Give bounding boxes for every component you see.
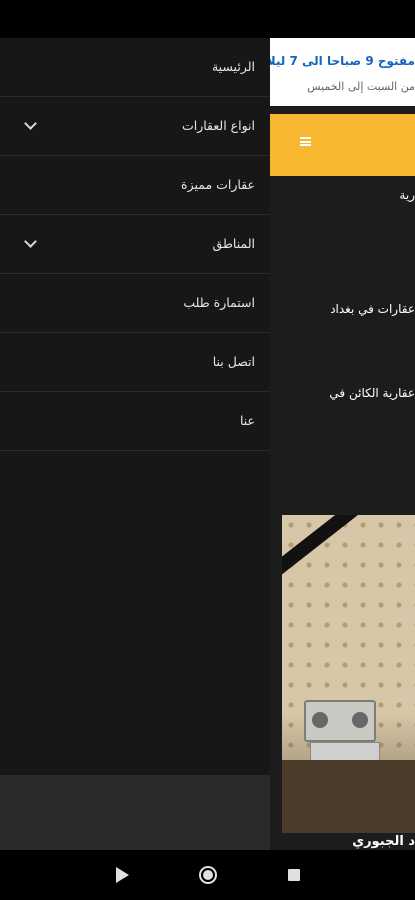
drawer-item-label: استمارة طلب [183, 295, 255, 310]
opening-hours-text: مفتوح 9 صباحا الى 7 ليلا [270, 54, 415, 68]
drawer-item-label: عقارات مميزة [181, 177, 255, 192]
status-bar [0, 0, 415, 38]
drawer-item-label: انواع العقارات [181, 118, 255, 133]
navigation-drawer: الرئيسية انواع العقارات عقارات مميزة الم… [0, 38, 270, 775]
drawer-item-contact-us[interactable]: اتصل بنا [0, 333, 270, 392]
drawer-item-label: عنا [239, 413, 255, 428]
mourning-ribbon [282, 515, 372, 591]
page-text-line-3: عقارية الكائن في [329, 386, 415, 400]
opening-days-text: من السبت إلى الخميس [307, 80, 415, 93]
drawer-item-label: المناطق [212, 236, 255, 251]
info-banner: مفتوح 9 صباحا الى 7 ليلا من السبت إلى ال… [270, 38, 415, 106]
drawer-item-featured-properties[interactable]: عقارات مميزة [0, 156, 270, 215]
system-navigation-bar [0, 850, 415, 900]
drawer-item-label: الرئيسية [211, 59, 255, 74]
home-circle-icon[interactable] [199, 866, 217, 884]
chevron-down-icon[interactable] [24, 235, 37, 248]
page-text-line-2: عقارات في بغداد [330, 302, 415, 316]
hamburger-icon[interactable] [300, 137, 311, 146]
radio-image [304, 700, 376, 742]
back-triangle-icon[interactable] [116, 867, 129, 883]
drawer-item-about[interactable]: عنا [0, 392, 270, 451]
background-page: مفتوح 9 صباحا الى 7 ليلا من السبت إلى ال… [270, 38, 415, 850]
photo-caption: د الجبوري [352, 834, 415, 849]
recents-square-icon[interactable] [288, 869, 300, 881]
app-header [270, 114, 415, 176]
drawer-item-areas[interactable]: المناطق [0, 215, 270, 274]
drawer-item-label: اتصل بنا [212, 354, 255, 369]
page-text-line-1: رية [399, 188, 415, 202]
drawer-item-request-form[interactable]: استمارة طلب [0, 274, 270, 333]
drawer-footer [0, 775, 270, 850]
chevron-down-icon[interactable] [24, 117, 37, 130]
memorial-photo [282, 515, 415, 833]
drawer-item-home[interactable]: الرئيسية [0, 38, 270, 97]
drawer-item-property-types[interactable]: انواع العقارات [0, 97, 270, 156]
